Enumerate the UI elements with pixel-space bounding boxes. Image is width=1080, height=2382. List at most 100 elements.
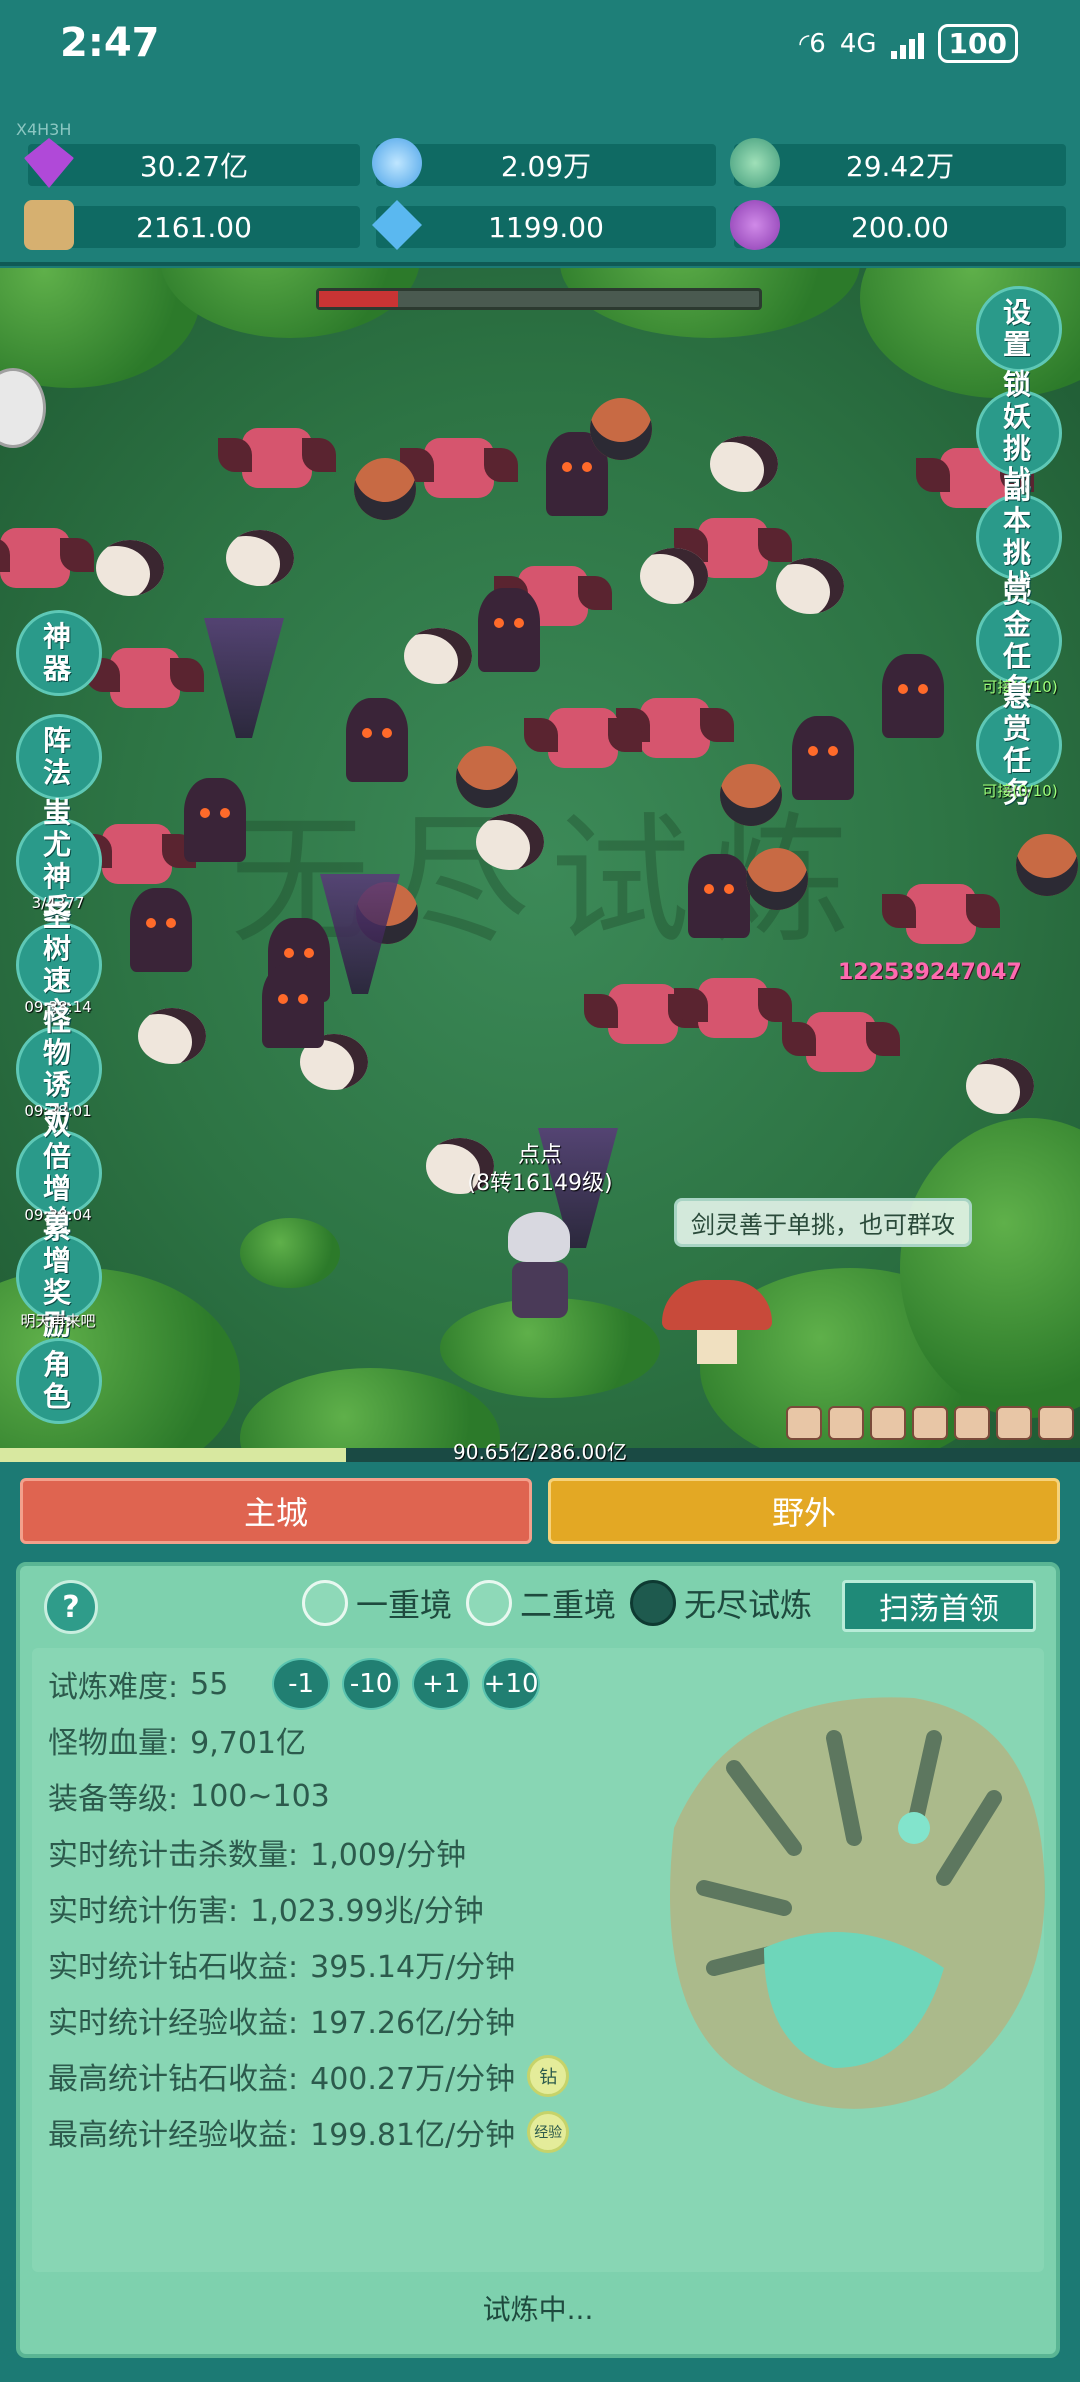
tiger-illustration <box>670 1697 1045 2109</box>
resource-bar: X4H3H 30.27亿 2.09万 29.42万 2161.00 1199.0… <box>0 86 1080 266</box>
difficulty-plus-10-button[interactable]: +10 <box>482 1658 541 1710</box>
blue-orb-icon <box>372 138 422 188</box>
monster-pink-bat <box>882 884 1000 944</box>
exp-text: 90.65亿/286.00亿 <box>453 1440 627 1464</box>
diamond-tag-icon: 钻 <box>527 2055 570 2097</box>
monster-sheep <box>710 436 778 492</box>
clock: 2:47 <box>60 20 160 66</box>
help-button[interactable]: ? <box>44 1580 98 1634</box>
stat-row: 实时统计钻石收益: 395.14万/分钟 <box>48 1950 516 1985</box>
character-button[interactable]: 角色 <box>16 1338 102 1424</box>
monster-pink-bat <box>218 428 336 488</box>
stat-row: 实时统计击杀数量: 1,009/分钟 <box>48 1838 467 1873</box>
monster-lure-button[interactable]: 怪物诱引 <box>16 1005 102 1133</box>
monster-ghost <box>792 716 854 800</box>
monster-pink-bat <box>584 984 702 1044</box>
artifact-button[interactable]: 神器 <box>16 610 102 696</box>
player-code: X4H3H <box>16 120 72 139</box>
battery-indicator: 100 <box>937 24 1018 63</box>
demon-lock-challenge-button[interactable]: 锁妖挑战 <box>976 369 1062 497</box>
settings-button[interactable]: 设置 <box>976 286 1062 372</box>
mushroom-pet <box>662 1280 772 1364</box>
monster-pink-bat <box>86 648 204 708</box>
crystal-icon <box>372 200 422 250</box>
monster-ghost <box>130 888 192 972</box>
cumulative-reward-button[interactable]: 累增奖励 <box>16 1213 102 1341</box>
mode-radio-1[interactable]: 一重境 <box>302 1580 452 1626</box>
monster-sheep <box>640 548 708 604</box>
status-icons: ◜6 4G 100 <box>799 24 1018 63</box>
skill-icon[interactable] <box>912 1406 948 1440</box>
battlefield[interactable]: 无尽试炼 122539247047 点点 (8转16149级) 剑灵善于单挑，也… <box>0 268 1080 1462</box>
wild-tab[interactable]: 野外 <box>548 1478 1060 1544</box>
monster-pink-bat <box>674 978 792 1038</box>
monster-penguin <box>746 848 808 910</box>
dungeon-challenge-button[interactable]: 副本挑战 <box>976 473 1062 601</box>
difficulty-plus-1-button[interactable]: +1 <box>412 1658 471 1710</box>
monster-ghost <box>262 964 324 1048</box>
monster-sheep <box>776 558 844 614</box>
monster-ghost <box>882 654 944 738</box>
exp-tag-icon: 经验 <box>527 2111 570 2153</box>
monster-penguin <box>1016 834 1078 896</box>
skill-icon[interactable] <box>954 1406 990 1440</box>
monster-penguin <box>456 746 518 808</box>
formation-button[interactable]: 阵法 <box>16 714 102 800</box>
radio-dot <box>466 1580 512 1626</box>
mode-radio-2[interactable]: 二重境 <box>466 1580 616 1626</box>
monster-pink-bat <box>674 518 792 578</box>
monster-sheep <box>476 814 544 870</box>
trial-panel: ? 一重境 二重境 无尽试炼 扫荡首领 试炼难度: 55 -1 -10 +1 +… <box>16 1562 1060 2358</box>
diamond-icon <box>24 138 74 188</box>
skill-icon[interactable] <box>996 1406 1032 1440</box>
difficulty-minus-1-button[interactable]: -1 <box>272 1658 331 1710</box>
player-character <box>500 1212 580 1322</box>
monster-ghost <box>346 698 408 782</box>
resource-blue-orb: 2.09万 <box>372 138 716 188</box>
chiyou-weapon-button[interactable]: 蚩尤神兵 <box>16 797 102 925</box>
monster-pink-bat <box>616 698 734 758</box>
bounty-task-button[interactable]: 赏金任务 <box>976 577 1062 705</box>
monster-sheep <box>966 1058 1034 1114</box>
tornado-effect <box>204 618 284 738</box>
stat-row: 怪物血量: 9,701亿 <box>48 1726 306 1761</box>
sacred-tree-button[interactable]: 圣树速充 <box>16 901 102 1029</box>
mode-radio-endless[interactable]: 无尽试炼 <box>630 1580 812 1626</box>
monster-penguin <box>354 458 416 520</box>
skill-icon[interactable] <box>870 1406 906 1440</box>
main-city-tab[interactable]: 主城 <box>20 1478 532 1544</box>
stat-row: 实时统计伤害: 1,023.99兆/分钟 <box>48 1894 484 1929</box>
monster-pink-bat <box>78 824 196 884</box>
resource-crystal: 1199.00 <box>372 200 716 250</box>
monster-pink-bat <box>0 528 94 588</box>
skill-icon[interactable] <box>786 1406 822 1440</box>
sweep-boss-button[interactable]: 扫荡首领 <box>842 1580 1036 1632</box>
monster-sheep <box>404 628 472 684</box>
purple-pot-icon <box>730 200 780 250</box>
reward-task-button[interactable]: 悬赏任务 <box>976 681 1062 809</box>
signal-icon <box>890 29 924 59</box>
scroll-icon <box>24 200 74 250</box>
difficulty-value: 55 <box>190 1666 229 1702</box>
monster-penguin <box>720 764 782 826</box>
difficulty-minus-10-button[interactable]: -10 <box>342 1658 401 1710</box>
monster-sheep <box>96 540 164 596</box>
bush <box>240 1218 340 1288</box>
radio-dot <box>302 1580 348 1626</box>
skill-icon[interactable] <box>1038 1406 1074 1440</box>
skill-icon[interactable] <box>828 1406 864 1440</box>
radio-dot-selected <box>630 1580 676 1626</box>
monster-pink-bat <box>400 438 518 498</box>
boss-hp-bar <box>316 288 762 310</box>
monster-sheep <box>138 1008 206 1064</box>
double-buff-button[interactable]: 双倍增益 <box>16 1109 102 1237</box>
network-label: 4G <box>839 28 877 59</box>
cumulative-reward-status: 明天再来吧 <box>20 1312 96 1330</box>
stat-row: 装备等级: 100~103 <box>48 1778 330 1818</box>
monster-pink-bat <box>782 1012 900 1072</box>
difficulty-row: 试炼难度: 55 -1 -10 +1 +10 <box>48 1658 541 1710</box>
wifi-icon: ◜6 <box>799 28 826 59</box>
damage-number: 122539247047 <box>838 960 1022 985</box>
stat-row: 实时统计经验收益: 197.26亿/分钟 <box>48 2006 516 2041</box>
resource-scroll: 2161.00 <box>24 200 360 250</box>
